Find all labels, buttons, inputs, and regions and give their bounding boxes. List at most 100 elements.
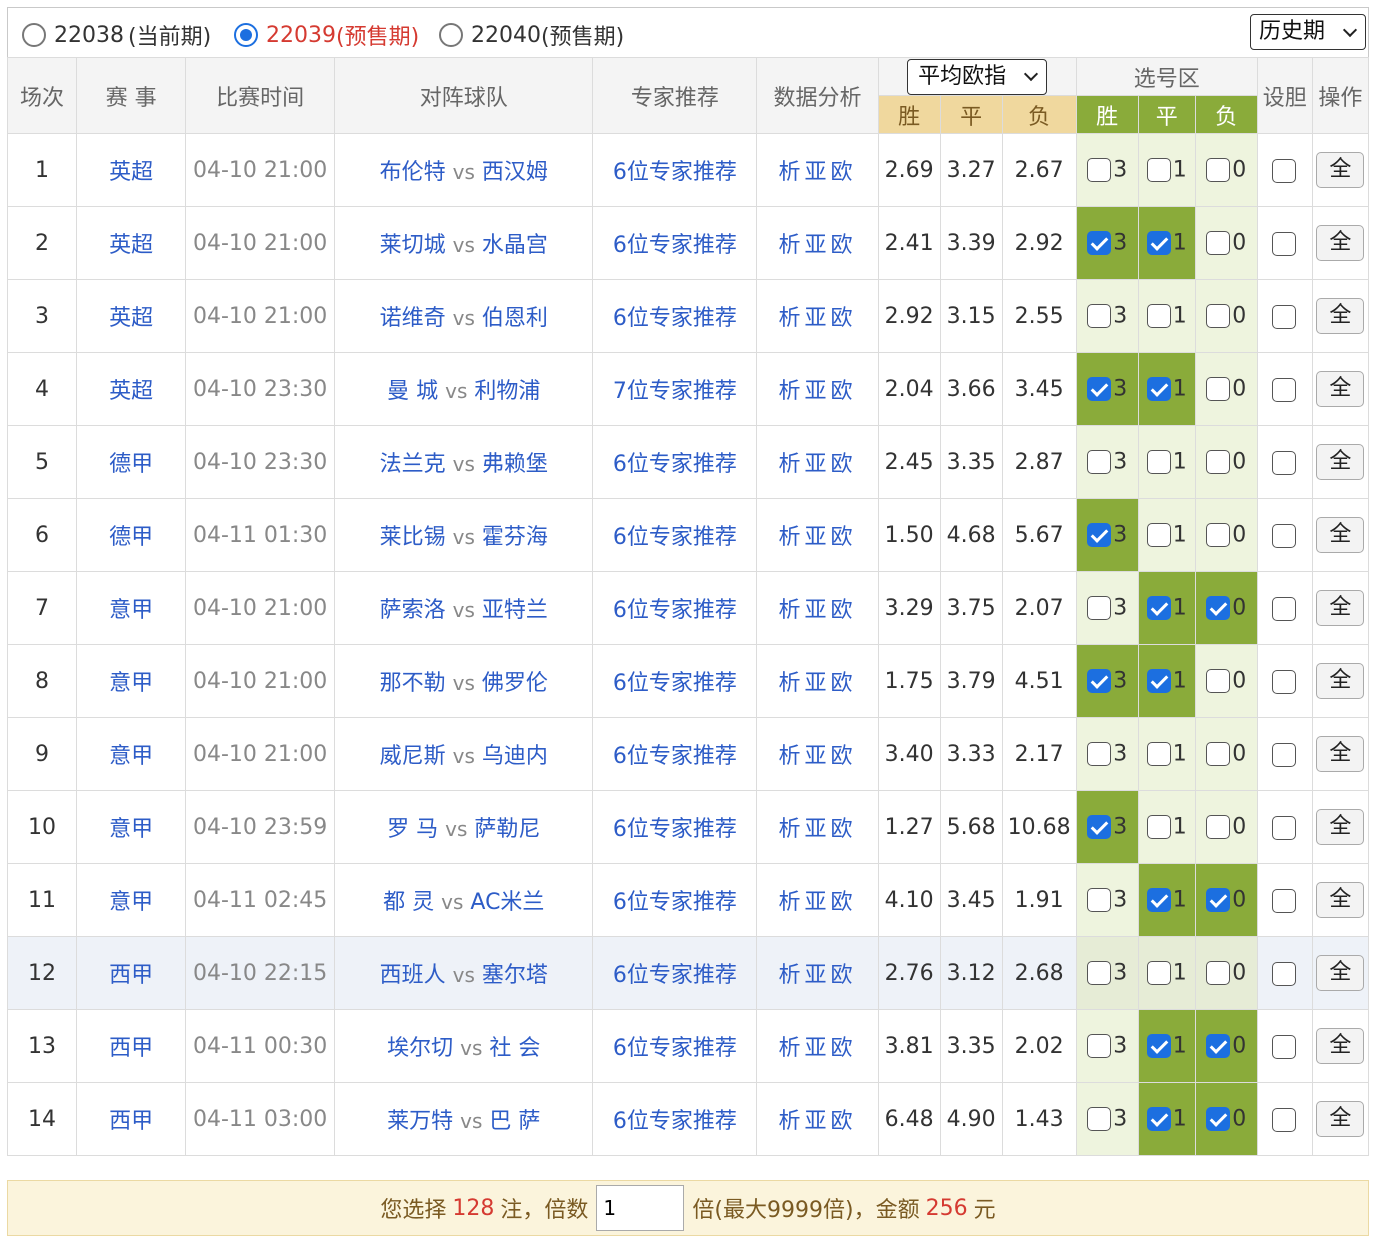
analysis-link[interactable]: 析 (779, 306, 805, 331)
analysis-link[interactable]: 析 (779, 525, 805, 550)
checkbox-checked-icon[interactable] (1146, 669, 1171, 694)
pick-draw[interactable]: 1 (1137, 206, 1196, 280)
analysis-link[interactable]: 析 (779, 1109, 805, 1134)
checkbox-icon[interactable] (1271, 1034, 1296, 1059)
analysis-links[interactable]: 析亚欧 (756, 571, 879, 645)
teams[interactable]: 埃尔切 vs 社 会 (334, 1009, 594, 1083)
dan-cell[interactable] (1256, 1082, 1313, 1156)
checkbox-icon[interactable] (1146, 742, 1171, 767)
expert-link[interactable]: 6位专家推荐 (592, 863, 758, 937)
teams[interactable]: 莱比锡 vs 霍芬海 (334, 498, 594, 572)
expert-link[interactable]: 6位专家推荐 (592, 936, 758, 1010)
checkbox-checked-icon[interactable] (1146, 1107, 1171, 1132)
analysis-link[interactable]: 析 (779, 160, 805, 185)
league-link[interactable]: 德甲 (76, 425, 187, 499)
analysis-links[interactable]: 析亚欧 (756, 790, 879, 864)
expert-link[interactable]: 6位专家推荐 (592, 717, 758, 791)
expert-link[interactable]: 6位专家推荐 (592, 571, 758, 645)
checkbox-icon[interactable] (1146, 304, 1171, 329)
asian-odds-link[interactable]: 亚 (805, 598, 831, 623)
checkbox-icon[interactable] (1206, 231, 1231, 256)
analysis-link[interactable]: 析 (779, 233, 805, 258)
pick-draw[interactable]: 1 (1137, 133, 1196, 207)
pick-win[interactable]: 3 (1075, 644, 1139, 718)
select-all-button[interactable]: 全 (1316, 882, 1365, 918)
analysis-link[interactable]: 析 (779, 598, 805, 623)
expert-link[interactable]: 6位专家推荐 (592, 206, 758, 280)
odds-type-select[interactable]: 平均欧指 (907, 58, 1048, 95)
asian-odds-link[interactable]: 亚 (805, 306, 831, 331)
analysis-links[interactable]: 析亚欧 (756, 644, 879, 718)
league-link[interactable]: 意甲 (76, 790, 187, 864)
select-all-button[interactable]: 全 (1316, 955, 1365, 991)
checkbox-icon[interactable] (1271, 304, 1296, 329)
asian-odds-link[interactable]: 亚 (805, 525, 831, 550)
asian-odds-link[interactable]: 亚 (805, 671, 831, 696)
pick-lose[interactable]: 0 (1194, 717, 1258, 791)
analysis-links[interactable]: 析亚欧 (756, 1009, 879, 1083)
dan-cell[interactable] (1256, 936, 1313, 1010)
expert-link[interactable]: 6位专家推荐 (592, 133, 758, 207)
checkbox-icon[interactable] (1271, 450, 1296, 475)
checkbox-icon[interactable] (1271, 961, 1296, 986)
dan-cell[interactable] (1256, 352, 1313, 426)
pick-lose[interactable]: 0 (1194, 644, 1258, 718)
period-22040[interactable]: 22040 (预售期) (439, 19, 624, 51)
dan-cell[interactable] (1256, 279, 1313, 353)
checkbox-icon[interactable] (1206, 158, 1231, 183)
checkbox-checked-icon[interactable] (1206, 596, 1231, 621)
teams[interactable]: 罗 马 vs 萨勒尼 (334, 790, 594, 864)
away-team[interactable]: 亚特兰 (482, 598, 548, 623)
checkbox-checked-icon[interactable] (1146, 1034, 1171, 1059)
league-link[interactable]: 西甲 (76, 1009, 187, 1083)
analysis-link[interactable]: 析 (779, 890, 805, 915)
checkbox-icon[interactable] (1271, 377, 1296, 402)
away-team[interactable]: 利物浦 (474, 379, 540, 404)
home-team[interactable]: 曼 城 (387, 379, 438, 404)
away-team[interactable]: AC米兰 (470, 890, 544, 915)
checkbox-icon[interactable] (1146, 158, 1171, 183)
pick-lose[interactable]: 0 (1194, 206, 1258, 280)
league-link[interactable]: 英超 (76, 133, 187, 207)
pick-win[interactable]: 3 (1075, 498, 1139, 572)
analysis-link[interactable]: 析 (779, 744, 805, 769)
euro-odds-link[interactable]: 欧 (831, 233, 857, 258)
checkbox-icon[interactable] (1206, 742, 1231, 767)
pick-lose[interactable]: 0 (1194, 863, 1258, 937)
pick-lose[interactable]: 0 (1194, 425, 1258, 499)
analysis-links[interactable]: 析亚欧 (756, 206, 879, 280)
checkbox-icon[interactable] (1271, 888, 1296, 913)
checkbox-checked-icon[interactable] (1206, 888, 1231, 913)
checkbox-icon[interactable] (1271, 815, 1296, 840)
league-link[interactable]: 英超 (76, 206, 187, 280)
euro-odds-link[interactable]: 欧 (831, 160, 857, 185)
asian-odds-link[interactable]: 亚 (805, 233, 831, 258)
teams[interactable]: 西班人 vs 塞尔塔 (334, 936, 594, 1010)
pick-win[interactable]: 3 (1075, 571, 1139, 645)
dan-cell[interactable] (1256, 790, 1313, 864)
euro-odds-link[interactable]: 欧 (831, 744, 857, 769)
teams[interactable]: 威尼斯 vs 乌迪内 (334, 717, 594, 791)
history-period-select[interactable]: 历史期 (1250, 14, 1366, 50)
checkbox-icon[interactable] (1087, 1107, 1112, 1132)
league-link[interactable]: 意甲 (76, 571, 187, 645)
league-link[interactable]: 意甲 (76, 863, 187, 937)
dan-cell[interactable] (1256, 571, 1313, 645)
select-all-button[interactable]: 全 (1316, 444, 1365, 480)
pick-draw[interactable]: 1 (1137, 790, 1196, 864)
pick-lose[interactable]: 0 (1194, 790, 1258, 864)
pick-win[interactable]: 3 (1075, 279, 1139, 353)
away-team[interactable]: 弗赖堡 (482, 452, 548, 477)
pick-win[interactable]: 3 (1075, 133, 1139, 207)
checkbox-icon[interactable] (1271, 1107, 1296, 1132)
analysis-link[interactable]: 析 (779, 1036, 805, 1061)
teams[interactable]: 那不勒 vs 佛罗伦 (334, 644, 594, 718)
away-team[interactable]: 伯恩利 (482, 306, 548, 331)
expert-link[interactable]: 6位专家推荐 (592, 425, 758, 499)
analysis-links[interactable]: 析亚欧 (756, 352, 879, 426)
euro-odds-link[interactable]: 欧 (831, 379, 857, 404)
pick-draw[interactable]: 1 (1137, 498, 1196, 572)
home-team[interactable]: 西班人 (380, 963, 446, 988)
select-all-button[interactable]: 全 (1316, 736, 1365, 772)
asian-odds-link[interactable]: 亚 (805, 1036, 831, 1061)
